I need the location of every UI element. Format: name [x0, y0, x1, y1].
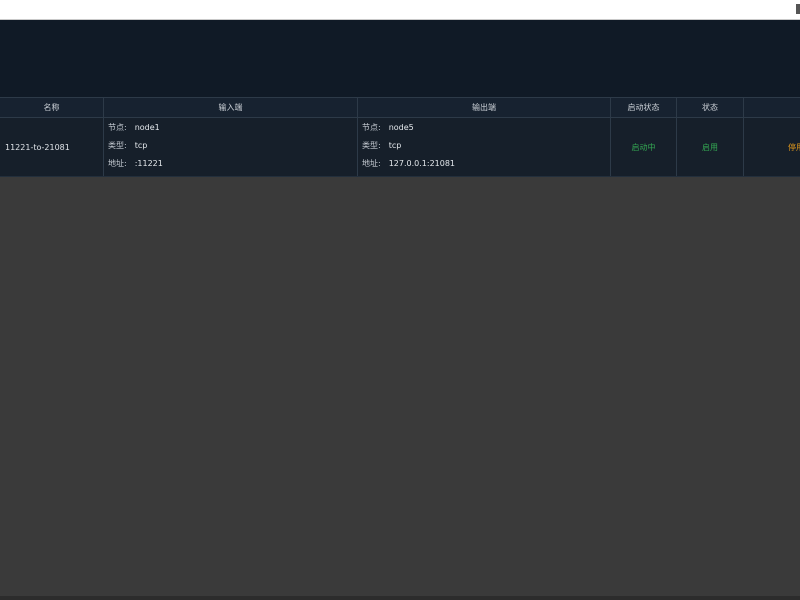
input-type-value: tcp: [134, 140, 148, 150]
rule-name: 11221-to-21081: [0, 118, 104, 176]
table-row: 11221-to-21081 节点: node1 类型: tcp 地址: :11…: [0, 118, 800, 177]
status-cell: 启用: [677, 118, 744, 176]
scroll-indicator-icon: [796, 4, 800, 14]
output-addr-value: 127.0.0.1:21081: [388, 158, 456, 168]
input-addr-line: 地址: :11221: [108, 154, 357, 172]
bottom-edge: [0, 596, 800, 600]
output-type-line: 类型: tcp: [362, 136, 610, 154]
input-node-label: 节点:: [108, 122, 127, 132]
start-status-cell: 启动中: [611, 118, 677, 176]
input-addr-value: :11221: [134, 158, 163, 168]
header-output: 输出端: [358, 98, 611, 117]
header-actions: [744, 98, 800, 117]
input-node-line: 节点: node1: [108, 118, 357, 136]
browser-top-bar: [0, 0, 800, 20]
input-type-label: 类型:: [108, 140, 127, 150]
output-node-label: 节点:: [362, 122, 381, 132]
header-status: 状态: [677, 98, 744, 117]
actions-cell: 停用: [744, 118, 800, 176]
output-type-label: 类型:: [362, 140, 381, 150]
input-addr-label: 地址:: [108, 158, 127, 168]
page-banner: [0, 20, 800, 97]
table-header-row: 名称 输入端 输出端 启动状态 状态: [0, 97, 800, 118]
header-input: 输入端: [104, 98, 358, 117]
input-type-line: 类型: tcp: [108, 136, 357, 154]
header-name: 名称: [0, 98, 104, 117]
forwarding-table: 名称 输入端 输出端 启动状态 状态 11221-to-21081 节点: no…: [0, 97, 800, 177]
output-addr-label: 地址:: [362, 158, 381, 168]
header-start-status: 启动状态: [611, 98, 677, 117]
rule-name-text: 11221-to-21081: [5, 142, 70, 152]
output-node-value: node5: [388, 122, 414, 132]
output-node-line: 节点: node5: [362, 118, 610, 136]
output-endpoint: 节点: node5 类型: tcp 地址: 127.0.0.1:21081: [358, 118, 611, 176]
input-node-value: node1: [134, 122, 160, 132]
status-text: 启用: [702, 142, 718, 152]
start-status-text: 启动中: [631, 142, 656, 152]
output-type-value: tcp: [388, 140, 402, 150]
input-endpoint: 节点: node1 类型: tcp 地址: :11221: [104, 118, 358, 176]
output-addr-line: 地址: 127.0.0.1:21081: [362, 154, 610, 172]
stop-button[interactable]: 停用: [788, 142, 800, 153]
